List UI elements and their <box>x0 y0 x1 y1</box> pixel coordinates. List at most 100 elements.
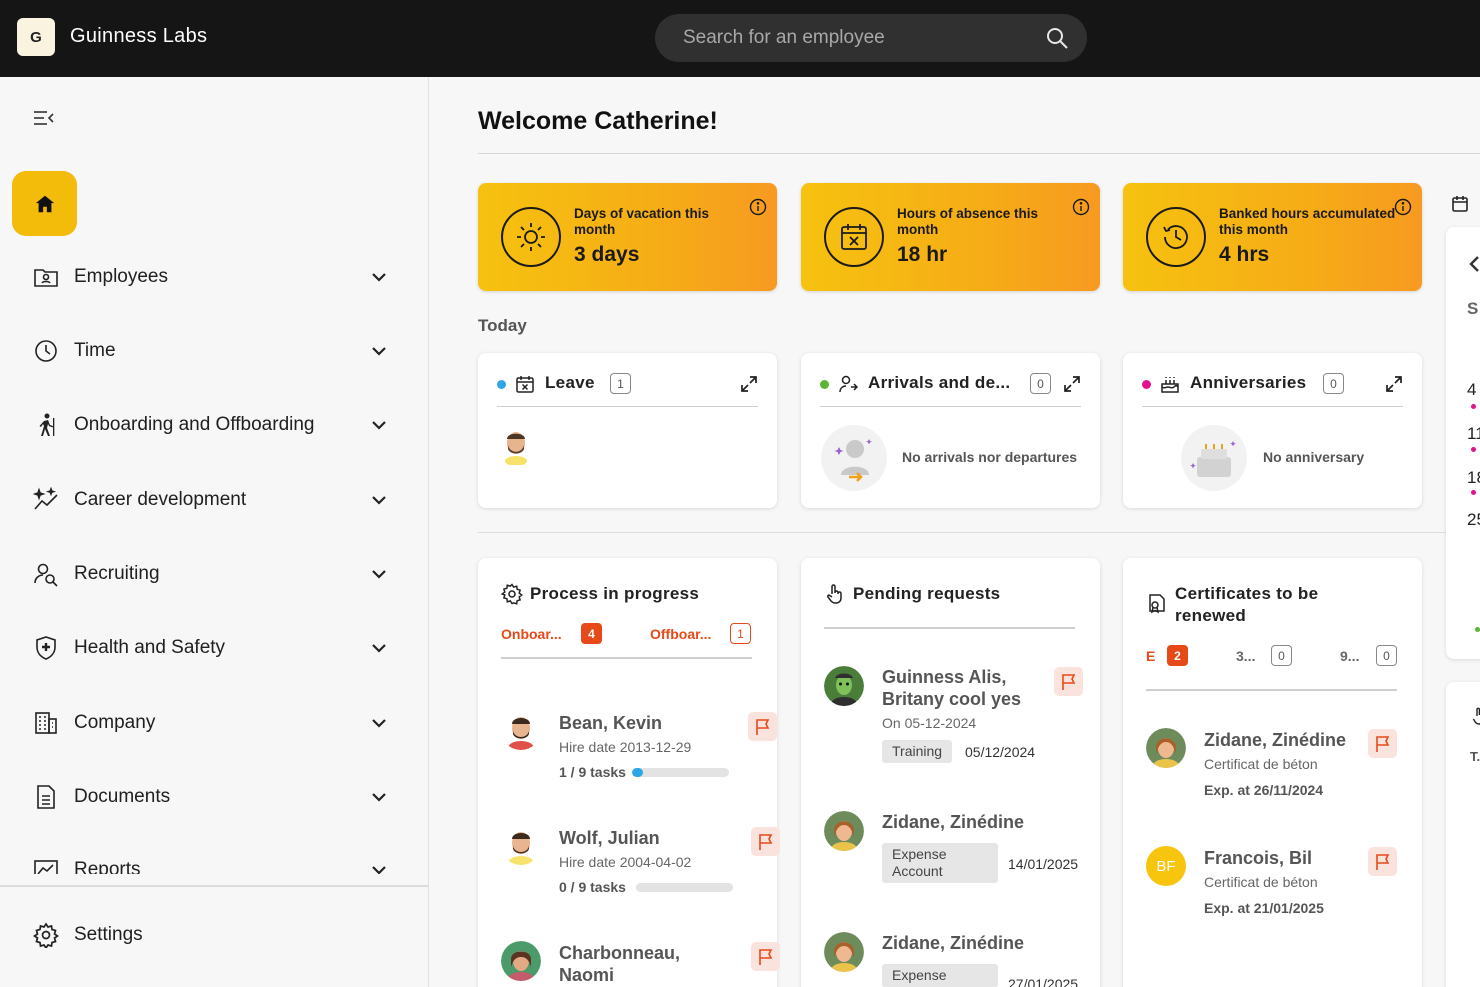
info-icon[interactable] <box>1394 198 1412 216</box>
hand-icon <box>1472 707 1480 725</box>
expand-icon[interactable] <box>1063 375 1081 393</box>
shield-plus-icon <box>36 636 56 660</box>
count-badge: 0 <box>1323 373 1344 394</box>
search-input[interactable] <box>683 25 1023 51</box>
chevron-left-icon[interactable] <box>1467 255 1480 273</box>
card-title: Arrivals and de... <box>868 373 1011 392</box>
folder-user-icon <box>34 269 58 287</box>
employee-avatar[interactable] <box>500 425 532 465</box>
tab-certificate-e[interactable]: E <box>1146 648 1155 664</box>
expiry-date: Exp. at 21/01/2025 <box>1204 900 1324 916</box>
avatar <box>1146 728 1186 768</box>
sidebar-item-time[interactable]: Time <box>0 326 429 376</box>
app-logo[interactable]: G <box>17 18 55 56</box>
expiry-date: Exp. at 26/11/2024 <box>1204 782 1324 798</box>
home-button[interactable] <box>12 171 77 236</box>
sidebar-item-documents[interactable]: Documents <box>0 772 429 822</box>
sidebar-item-employees[interactable]: Employees <box>0 252 429 302</box>
sidebar-item-label: Time <box>74 340 116 361</box>
stat-card-absence[interactable]: Hours of absence this month 18 hr <box>801 183 1100 291</box>
document-icon <box>37 785 55 809</box>
gear-icon <box>33 922 59 948</box>
count-badge: 1 <box>730 623 751 644</box>
expand-icon[interactable] <box>740 375 758 393</box>
sidebar-item-health-safety[interactable]: Health and Safety <box>0 623 429 673</box>
pending-requests-card: Pending requests Guinness Alis, Britany … <box>801 558 1100 987</box>
sidebar-item-onboarding[interactable]: Onboarding and Offboarding <box>0 400 429 450</box>
page-title: Welcome Catherine! <box>478 107 718 135</box>
employee-name: Charbonneau, Naomi <box>559 943 681 985</box>
chevron-down-icon[interactable] <box>370 565 388 583</box>
sidebar-item-settings[interactable]: Settings <box>0 912 429 958</box>
process-in-progress-card: Process in progress Onboar... 4 Offboar.… <box>478 558 780 987</box>
tab-onboarding[interactable]: Onboar... <box>501 626 562 642</box>
task-count: 0 / 9 tasks <box>559 879 626 895</box>
search-icon[interactable] <box>1045 26 1069 50</box>
chevron-down-icon[interactable] <box>370 342 388 360</box>
cake-icon <box>1161 377 1179 393</box>
flag-button[interactable] <box>1054 667 1083 696</box>
empty-state-illustration <box>821 425 887 491</box>
stat-value: 3 days <box>574 243 640 266</box>
sidebar-item-career-development[interactable]: Career development <box>0 475 429 525</box>
anniversaries-card: Anniversaries 0 No anniversary <box>1123 353 1422 508</box>
calendar-day[interactable]: 25 <box>1467 510 1480 530</box>
tab-certificate-9[interactable]: 9... <box>1340 648 1359 664</box>
flag-button[interactable] <box>1368 729 1397 758</box>
expand-icon[interactable] <box>1385 375 1403 393</box>
event-dot <box>1471 490 1476 495</box>
flag-button[interactable] <box>751 827 780 856</box>
sidebar-item-company[interactable]: Company <box>0 698 429 748</box>
settings-label: Settings <box>74 924 143 945</box>
event-dot <box>1475 627 1480 632</box>
chevron-down-icon[interactable] <box>370 639 388 657</box>
flag-button[interactable] <box>748 712 777 741</box>
sidebar-item-label: Reports <box>74 859 141 874</box>
flag-icon <box>1061 673 1075 690</box>
flag-icon <box>1375 853 1389 870</box>
employee-name: Zidane, Zinédine <box>882 933 1025 953</box>
empty-state-illustration <box>1181 425 1247 491</box>
chevron-down-icon[interactable] <box>370 714 388 732</box>
calendar-icon[interactable] <box>1451 195 1469 213</box>
stat-card-banked-hours[interactable]: Banked hours accumulated this month 4 hr… <box>1123 183 1422 291</box>
sparkle-chart-icon <box>33 487 58 510</box>
calendar-day[interactable]: 11 <box>1467 424 1480 444</box>
certificate-name: Certificat de béton <box>1204 756 1318 772</box>
request-type-date: 05/12/2024 <box>965 744 1036 760</box>
info-icon[interactable] <box>1072 198 1090 216</box>
flag-button[interactable] <box>751 942 780 971</box>
employee-name: Zidane, Zinédine <box>1204 730 1347 750</box>
calendar-day[interactable]: 18 <box>1467 468 1480 488</box>
status-dot <box>497 380 506 389</box>
sidebar-item-reports[interactable]: Reports <box>0 845 429 874</box>
sidebar-item-recruiting[interactable]: Recruiting <box>0 549 429 599</box>
app-title: Guinness Labs <box>70 25 208 47</box>
stat-card-vacation[interactable]: Days of vacation this month 3 days <box>478 183 777 291</box>
request-type-date: 27/01/2025 <box>1008 976 1079 987</box>
gear-icon <box>501 583 523 605</box>
chevron-down-icon[interactable] <box>370 268 388 286</box>
hire-date: Hire date 2013-12-29 <box>559 739 692 755</box>
empty-state-text: No anniversary <box>1263 449 1365 465</box>
chevron-down-icon[interactable] <box>370 491 388 509</box>
request-type-date: 14/01/2025 <box>1008 856 1079 872</box>
collapse-menu-icon[interactable] <box>33 109 55 127</box>
info-icon[interactable] <box>749 198 767 216</box>
sidebar-item-label: Onboarding and Offboarding <box>74 414 315 435</box>
flag-button[interactable] <box>1368 847 1397 876</box>
tab-certificate-3[interactable]: 3... <box>1236 648 1255 664</box>
section-divider <box>478 532 1480 533</box>
chevron-down-icon[interactable] <box>370 416 388 434</box>
request-date: On 05-12-2024 <box>882 715 977 731</box>
chevron-down-icon[interactable] <box>370 861 388 874</box>
secondary-panel <box>1446 682 1480 987</box>
card-title: Certificates to be renewed <box>1175 584 1319 625</box>
card-header: Arrivals and de... 0 <box>820 371 1081 407</box>
count-badge: 0 <box>1030 373 1051 394</box>
calendar-day[interactable]: 4 <box>1467 380 1476 400</box>
tab-offboarding[interactable]: Offboar... <box>650 626 711 642</box>
chevron-down-icon[interactable] <box>370 788 388 806</box>
employee-name: Guinness Alis, Britany cool yes <box>882 667 1022 709</box>
count-badge: 0 <box>1376 645 1397 666</box>
